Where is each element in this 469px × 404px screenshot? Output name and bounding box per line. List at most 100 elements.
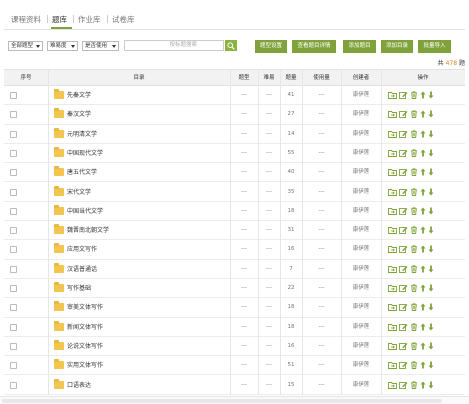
- delete-icon[interactable]: [410, 380, 419, 389]
- delete-icon[interactable]: [410, 245, 419, 254]
- edit-icon[interactable]: [399, 361, 409, 370]
- move-to-icon[interactable]: [388, 188, 398, 196]
- table-row[interactable]: 写作基础 --- --- 22 --- 康伊莲: [4, 279, 465, 299]
- table-row[interactable]: 实用文体写作 --- --- 51 --- 康伊莲: [4, 356, 465, 376]
- move-to-icon[interactable]: [388, 342, 398, 350]
- table-row[interactable]: 中国当代文学 --- --- 18 --- 康伊莲: [4, 202, 465, 222]
- move-up-icon[interactable]: [420, 361, 427, 369]
- question-type-select[interactable]: 全部题型: [8, 41, 43, 51]
- view-question-details-button[interactable]: 查看题目详情: [292, 40, 336, 53]
- delete-icon[interactable]: [410, 265, 419, 273]
- delete-icon[interactable]: [410, 226, 419, 235]
- move-down-icon[interactable]: [428, 91, 435, 99]
- type-settings-button[interactable]: 题型设置: [255, 40, 287, 53]
- table-row[interactable]: 宋代文学 --- --- 35 --- 康伊莲: [4, 183, 465, 202]
- row-checkbox[interactable]: [10, 323, 17, 331]
- directory-title[interactable]: 实用文体写作: [67, 356, 103, 375]
- move-up-icon[interactable]: [420, 168, 427, 176]
- directory-title[interactable]: 唐五代文学: [67, 163, 97, 182]
- table-row[interactable]: 先秦文学 --- --- 41 --- 康伊莲: [4, 86, 465, 106]
- move-down-icon[interactable]: [428, 226, 435, 234]
- row-checkbox[interactable]: [10, 381, 17, 389]
- move-to-icon[interactable]: [388, 226, 398, 235]
- tab-question-bank[interactable]: 题库: [52, 14, 67, 25]
- move-down-icon[interactable]: [428, 207, 435, 215]
- delete-icon[interactable]: [410, 303, 419, 312]
- edit-icon[interactable]: [399, 91, 409, 99]
- edit-icon[interactable]: [399, 110, 409, 119]
- move-to-icon[interactable]: [388, 149, 398, 157]
- edit-icon[interactable]: [399, 342, 409, 350]
- directory-title[interactable]: 写作基础: [67, 279, 91, 298]
- move-to-icon[interactable]: [388, 303, 398, 312]
- edit-icon[interactable]: [399, 381, 409, 389]
- table-row[interactable]: 汉语普通话 --- --- 7 --- 康伊莲: [4, 260, 465, 279]
- move-down-icon[interactable]: [428, 149, 435, 157]
- move-down-icon[interactable]: [428, 323, 435, 331]
- row-checkbox[interactable]: [10, 92, 17, 99]
- search-button[interactable]: [225, 40, 237, 51]
- row-checkbox[interactable]: [10, 149, 17, 157]
- row-checkbox[interactable]: [10, 188, 17, 196]
- move-up-icon[interactable]: [420, 207, 427, 215]
- directory-title[interactable]: 汉语普通话: [67, 260, 97, 279]
- move-to-icon[interactable]: [388, 110, 398, 119]
- directory-title[interactable]: 应用文写作: [67, 240, 97, 259]
- table-row[interactable]: 审美文体写作 --- --- 18 --- 康伊莲: [4, 298, 465, 318]
- row-checkbox[interactable]: [10, 265, 17, 273]
- directory-title[interactable]: 新闻文体写作: [67, 318, 103, 337]
- directory-title[interactable]: 魏晋南北朝文学: [67, 221, 109, 240]
- delete-icon[interactable]: [410, 207, 419, 215]
- row-checkbox[interactable]: [10, 285, 17, 292]
- directory-title[interactable]: 秦汉文学: [67, 105, 91, 124]
- move-up-icon[interactable]: [420, 303, 427, 311]
- edit-icon[interactable]: [399, 130, 409, 138]
- move-down-icon[interactable]: [428, 303, 435, 311]
- directory-title[interactable]: 论说文体写作: [67, 337, 103, 356]
- move-down-icon[interactable]: [428, 361, 435, 369]
- move-up-icon[interactable]: [420, 265, 427, 273]
- add-directory-button[interactable]: 添加目录: [381, 40, 413, 53]
- move-up-icon[interactable]: [420, 323, 427, 331]
- delete-icon[interactable]: [410, 322, 419, 331]
- delete-icon[interactable]: [410, 129, 419, 138]
- move-down-icon[interactable]: [428, 188, 435, 196]
- edit-icon[interactable]: [399, 207, 409, 215]
- move-down-icon[interactable]: [428, 265, 435, 273]
- usage-select[interactable]: 是否使用: [82, 41, 119, 51]
- table-row[interactable]: 元明清文学 --- --- 14 --- 康伊莲: [4, 125, 465, 144]
- table-row[interactable]: 口语表达 --- --- 15 --- 康伊莲: [4, 376, 465, 395]
- row-checkbox[interactable]: [10, 169, 17, 177]
- move-up-icon[interactable]: [420, 130, 427, 138]
- move-to-icon[interactable]: [388, 207, 398, 215]
- delete-icon[interactable]: [410, 149, 419, 157]
- batch-import-button[interactable]: 批量导入: [418, 40, 451, 53]
- horizontal-scrollbar[interactable]: [0, 396, 469, 404]
- table-row[interactable]: 应用文写作 --- --- 16 --- 康伊莲: [4, 240, 465, 260]
- move-up-icon[interactable]: [420, 284, 427, 292]
- search-input[interactable]: 按标题搜索: [124, 40, 224, 51]
- row-checkbox[interactable]: [10, 111, 17, 119]
- directory-title[interactable]: 口语表达: [67, 376, 91, 395]
- move-to-icon[interactable]: [388, 91, 398, 99]
- move-to-icon[interactable]: [388, 323, 398, 331]
- move-up-icon[interactable]: [420, 245, 427, 253]
- edit-icon[interactable]: [399, 323, 409, 331]
- directory-title[interactable]: 中国现代文学: [67, 144, 103, 163]
- table-row[interactable]: 新闻文体写作 --- --- 18 --- 康伊莲: [4, 318, 465, 337]
- move-down-icon[interactable]: [428, 284, 435, 292]
- directory-title[interactable]: 先秦文学: [67, 86, 91, 105]
- directory-title[interactable]: 宋代文学: [67, 183, 91, 202]
- move-up-icon[interactable]: [420, 110, 427, 118]
- move-to-icon[interactable]: [388, 265, 398, 273]
- row-checkbox[interactable]: [10, 227, 17, 235]
- row-checkbox[interactable]: [10, 362, 17, 370]
- delete-icon[interactable]: [410, 342, 419, 350]
- directory-title[interactable]: 中国当代文学: [67, 202, 103, 221]
- move-to-icon[interactable]: [388, 361, 398, 370]
- row-checkbox[interactable]: [10, 342, 17, 350]
- delete-icon[interactable]: [410, 91, 419, 99]
- edit-icon[interactable]: [399, 188, 409, 196]
- edit-icon[interactable]: [399, 284, 409, 292]
- move-to-icon[interactable]: [388, 245, 398, 254]
